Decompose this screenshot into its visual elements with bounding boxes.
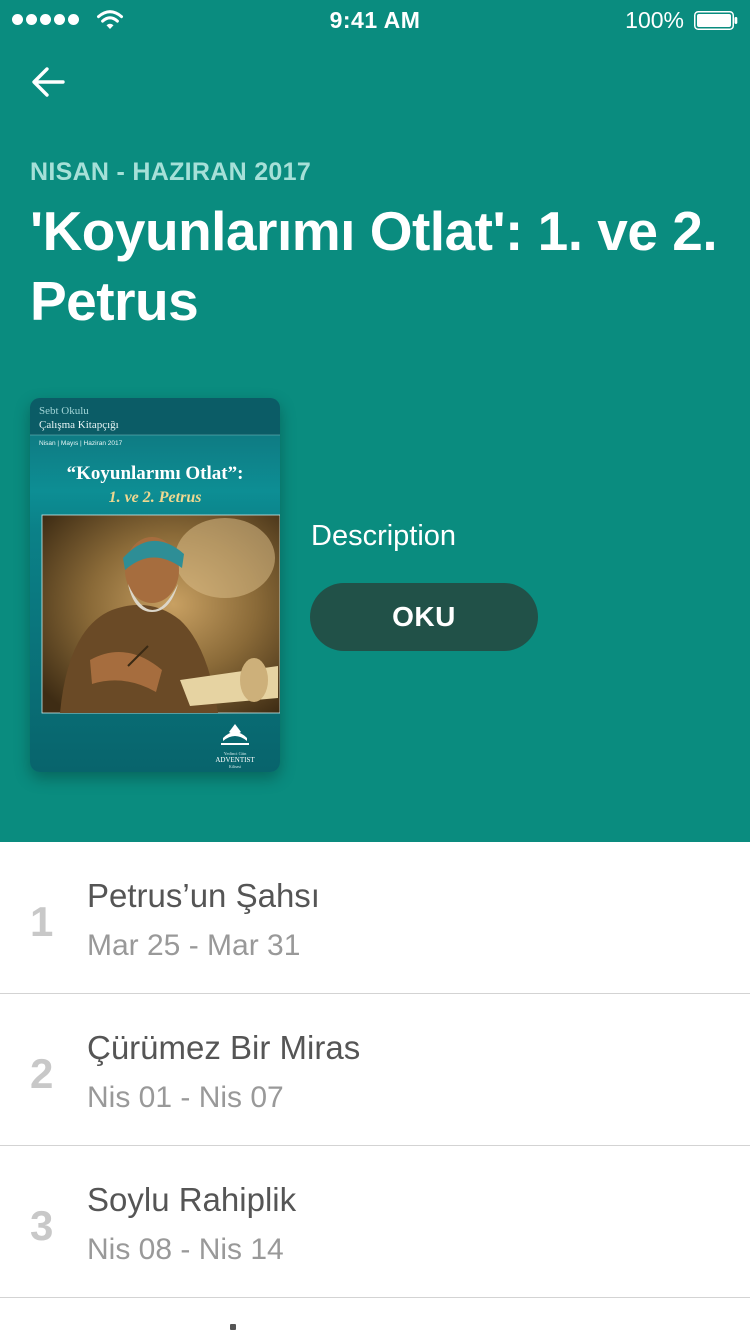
page-title: 'Koyunlarımı Otlat': 1. ve 2. Petrus: [30, 200, 718, 332]
svg-text:Kilisesi: Kilisesi: [229, 764, 242, 769]
read-button[interactable]: OKU: [310, 583, 538, 651]
book-cover[interactable]: Sebt Okulu Çalışma Kitapçığı Nisan | May…: [30, 398, 280, 772]
cover-title-line2: 1. ve 2. Petrus: [109, 489, 202, 506]
description-label[interactable]: Description: [311, 520, 456, 553]
lesson-number: 3: [30, 1202, 54, 1249]
lesson-dates: Nis 01 - Nis 07: [87, 1081, 284, 1114]
lesson-row[interactable]: 2 Çürümez Bir Miras Nis 01 - Nis 07: [0, 994, 750, 1146]
battery-percentage: 100%: [625, 7, 684, 33]
lesson-title: Çürümez Bir Miras: [87, 1029, 361, 1066]
cover-title-line1: “Koyunlarımı Otlat”:: [67, 463, 244, 484]
cover-series-line1: Sebt Okulu: [39, 405, 89, 417]
lesson-number: 2: [30, 1050, 54, 1097]
lesson-title: Petrus’un Şahsı: [87, 877, 320, 914]
lesson-dates: Nis 08 - Nis 14: [87, 1233, 284, 1266]
lesson-row[interactable]: 1 Petrus’un Şahsı Mar 25 - Mar 31: [0, 842, 750, 994]
battery-icon: [694, 11, 738, 30]
lesson-title: Soylu Rahiplik: [87, 1181, 297, 1218]
lesson-row[interactable]: 3 Soylu Rahiplik Nis 08 - Nis 14: [0, 1146, 750, 1298]
quarter-label: NISAN - HAZIRAN 2017: [30, 158, 312, 186]
cover-series-line2: Çalışma Kitapçığı: [39, 419, 119, 431]
lesson-dates: Mar 25 - Mar 31: [87, 929, 301, 962]
lesson-row-partial[interactable]: [0, 1298, 750, 1338]
status-bar: 9:41 AM 100%: [0, 0, 750, 40]
cover-months: Nisan | Mayıs | Haziran 2017: [39, 440, 123, 447]
lesson-list: 1 Petrus’un Şahsı Mar 25 - Mar 31 2 Çürü…: [0, 842, 750, 1338]
partial-text-fragment: [230, 1324, 236, 1330]
back-button[interactable]: [22, 58, 74, 106]
back-arrow-icon: [32, 67, 65, 97]
book-cover-art: Sebt Okulu Çalışma Kitapçığı Nisan | May…: [30, 398, 280, 772]
svg-text:ADVENTIST: ADVENTIST: [215, 756, 255, 764]
lesson-header: 9:41 AM 100% NISAN - HAZIRAN 2017 'Koyun…: [0, 0, 750, 842]
lesson-number: 1: [30, 898, 54, 945]
